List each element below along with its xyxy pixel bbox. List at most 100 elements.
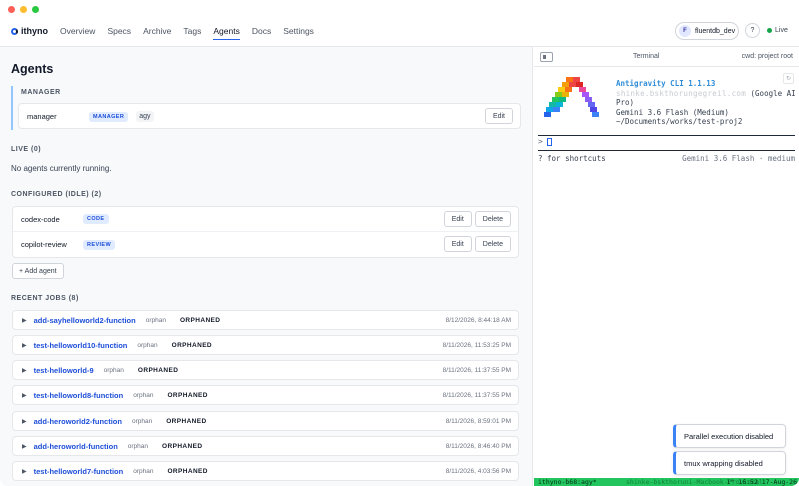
user-name: fluentdb_dev	[695, 27, 736, 35]
nav-link-archive[interactable]: Archive	[143, 26, 171, 40]
live-dot-icon	[767, 28, 772, 33]
job-name[interactable]: add-heroworld-function	[34, 442, 118, 451]
minimize-window-button[interactable]	[20, 6, 27, 13]
job-status: ORPHANED	[137, 366, 179, 374]
job-time: 8/11/2026, 11:37:55 PM	[442, 367, 511, 374]
logo-icon	[11, 27, 18, 35]
app-name: ithyno	[21, 26, 48, 36]
configured-section-label: CONFIGURED (IDLE) (2)	[11, 191, 102, 198]
agent-name: copilot-review	[21, 240, 67, 249]
toast-parallel-disabled[interactable]: Parallel execution disabled	[673, 424, 786, 448]
agent-row: copilot-review REVIEW Edit Delete	[13, 232, 518, 257]
top-navbar: ithyno Overview Specs Archive Tags Agent…	[0, 20, 799, 47]
agent-edit-button[interactable]: Edit	[443, 211, 472, 227]
expand-caret-icon[interactable]: ▶	[22, 418, 27, 425]
prompt-symbol: >	[538, 137, 543, 146]
manager-badge: MANAGER	[89, 111, 129, 122]
job-row[interactable]: ▶ test-helloworld-9 orphan ORPHANED 8/11…	[12, 360, 519, 380]
agent-delete-button[interactable]: Delete	[474, 236, 511, 252]
nav-link-tags[interactable]: Tags	[183, 26, 201, 40]
antigravity-logo-icon	[544, 77, 599, 117]
avatar: F	[679, 25, 691, 37]
terminal-pane: Terminal cwd: project root ↻ Antigravity…	[534, 47, 799, 486]
nav-link-specs[interactable]: Specs	[107, 26, 131, 40]
manager-model: agy	[136, 111, 154, 122]
expand-caret-icon[interactable]: ▶	[22, 468, 27, 475]
manager-edit-button[interactable]: Edit	[484, 108, 513, 124]
job-name[interactable]: add-heroworld2-function	[34, 417, 122, 426]
close-window-button[interactable]	[8, 6, 15, 13]
manager-section: MANAGER manager MANAGER agy Edit	[11, 86, 521, 130]
expand-caret-icon[interactable]: ▶	[22, 317, 27, 324]
job-time: 8/11/2026, 4:03:56 PM	[445, 468, 511, 475]
job-status: ORPHANED	[162, 442, 203, 450]
job-name[interactable]: test-helloworld8-function	[34, 391, 124, 400]
agent-edit-button[interactable]: Edit	[443, 236, 472, 252]
job-tag: orphan	[103, 366, 124, 374]
cli-info: Antigravity CLI 1.1.13 shinke.bskthorung…	[616, 79, 799, 127]
help-button[interactable]: ?	[745, 23, 760, 38]
sidebar-toggle-icon[interactable]	[540, 52, 553, 62]
job-name[interactable]: test-helloworld10-function	[34, 341, 128, 350]
expand-caret-icon[interactable]: ▶	[22, 342, 27, 349]
job-row[interactable]: ▶ test-helloworld7-function orphan ORPHA…	[12, 461, 519, 481]
app-logo[interactable]: ithyno	[11, 26, 48, 36]
job-row[interactable]: ▶ add-heroworld-function orphan ORPHANED…	[12, 436, 519, 456]
agent-delete-button[interactable]: Delete	[474, 211, 511, 227]
job-time: 8/12/2026, 8:44:18 AM	[445, 317, 511, 324]
terminal-cwd: cwd: project root	[741, 53, 793, 60]
prompt-line[interactable]: >	[538, 137, 552, 146]
job-name[interactable]: test-helloworld7-function	[34, 467, 124, 476]
job-status: ORPHANED	[167, 391, 208, 399]
nav-link-agents[interactable]: Agents	[213, 26, 240, 40]
job-tag: orphan	[133, 391, 154, 399]
model-status: Gemini 3.6 Flash · medium	[682, 154, 795, 163]
job-row[interactable]: ▶ add-sayhelloworld2-function orphan ORP…	[12, 310, 519, 330]
job-time: 8/11/2026, 8:59:01 PM	[445, 418, 511, 425]
agent-actions: Edit Delete	[443, 211, 511, 227]
expand-caret-icon[interactable]: ▶	[22, 367, 27, 374]
job-tag: orphan	[131, 417, 153, 425]
manager-card: manager MANAGER agy Edit	[18, 103, 521, 129]
nav-link-settings[interactable]: Settings	[283, 26, 314, 40]
live-empty-text: No agents currently running.	[11, 164, 112, 173]
toast-tmux-disabled[interactable]: tmux wrapping disabled	[673, 451, 786, 475]
add-agent-button[interactable]: + Add agent	[12, 263, 64, 279]
app-window: ithyno Overview Specs Archive Tags Agent…	[0, 0, 799, 486]
job-row[interactable]: ▶ test-helloworld8-function orphan ORPHA…	[12, 385, 519, 405]
nav-link-overview[interactable]: Overview	[60, 26, 95, 40]
job-time: 8/11/2026, 11:37:55 PM	[442, 392, 511, 399]
job-status: ORPHANED	[167, 467, 208, 475]
expand-caret-icon[interactable]: ▶	[22, 443, 27, 450]
cli-model: Gemini 3.6 Flash (Medium)	[616, 107, 729, 117]
user-menu-button[interactable]: F fluentdb_dev	[675, 22, 739, 40]
job-status: ORPHANED	[171, 341, 213, 349]
shortcuts-hint: ? for shortcuts	[538, 154, 606, 163]
job-name[interactable]: test-helloworld-9	[34, 366, 94, 375]
job-row[interactable]: ▶ test-helloworld10-function orphan ORPH…	[12, 335, 519, 355]
live-indicator: Live	[767, 27, 788, 34]
tmux-status-bar: ithyno-b68:agy* shinke-bskthoruni-Macboo…	[534, 478, 799, 486]
job-row[interactable]: ▶ add-heroworld2-function orphan ORPHANE…	[12, 411, 519, 431]
cursor-icon	[546, 137, 552, 146]
jobs-section-label: RECENT JOBS (8)	[11, 295, 79, 302]
agents-pane: Agents MANAGER manager MANAGER agy Edit …	[0, 47, 533, 486]
maximize-window-button[interactable]	[32, 6, 39, 13]
job-name[interactable]: add-sayhelloworld2-function	[34, 316, 136, 325]
job-tag: orphan	[145, 316, 166, 324]
job-tag: orphan	[137, 341, 158, 349]
expand-caret-icon[interactable]: ▶	[22, 392, 27, 399]
agent-badge: REVIEW	[83, 239, 116, 250]
live-label: Live	[775, 27, 788, 34]
nav-link-docs[interactable]: Docs	[252, 26, 271, 40]
live-section-label: LIVE (0)	[11, 146, 42, 153]
account-email: shinke.bskthorungegreil.com	[616, 88, 747, 98]
page-title: Agents	[11, 62, 54, 76]
nav-links: Overview Specs Archive Tags Agents Docs …	[60, 26, 326, 40]
manager-section-label: MANAGER	[21, 89, 61, 96]
manager-actions: Edit	[484, 108, 513, 124]
cli-path: ~/Documents/works/test-proj2	[616, 117, 743, 126]
manager-row: manager MANAGER agy Edit	[19, 104, 520, 129]
job-time: 8/11/2026, 11:53:25 PM	[442, 342, 511, 349]
prompt-top-rule	[538, 135, 795, 136]
